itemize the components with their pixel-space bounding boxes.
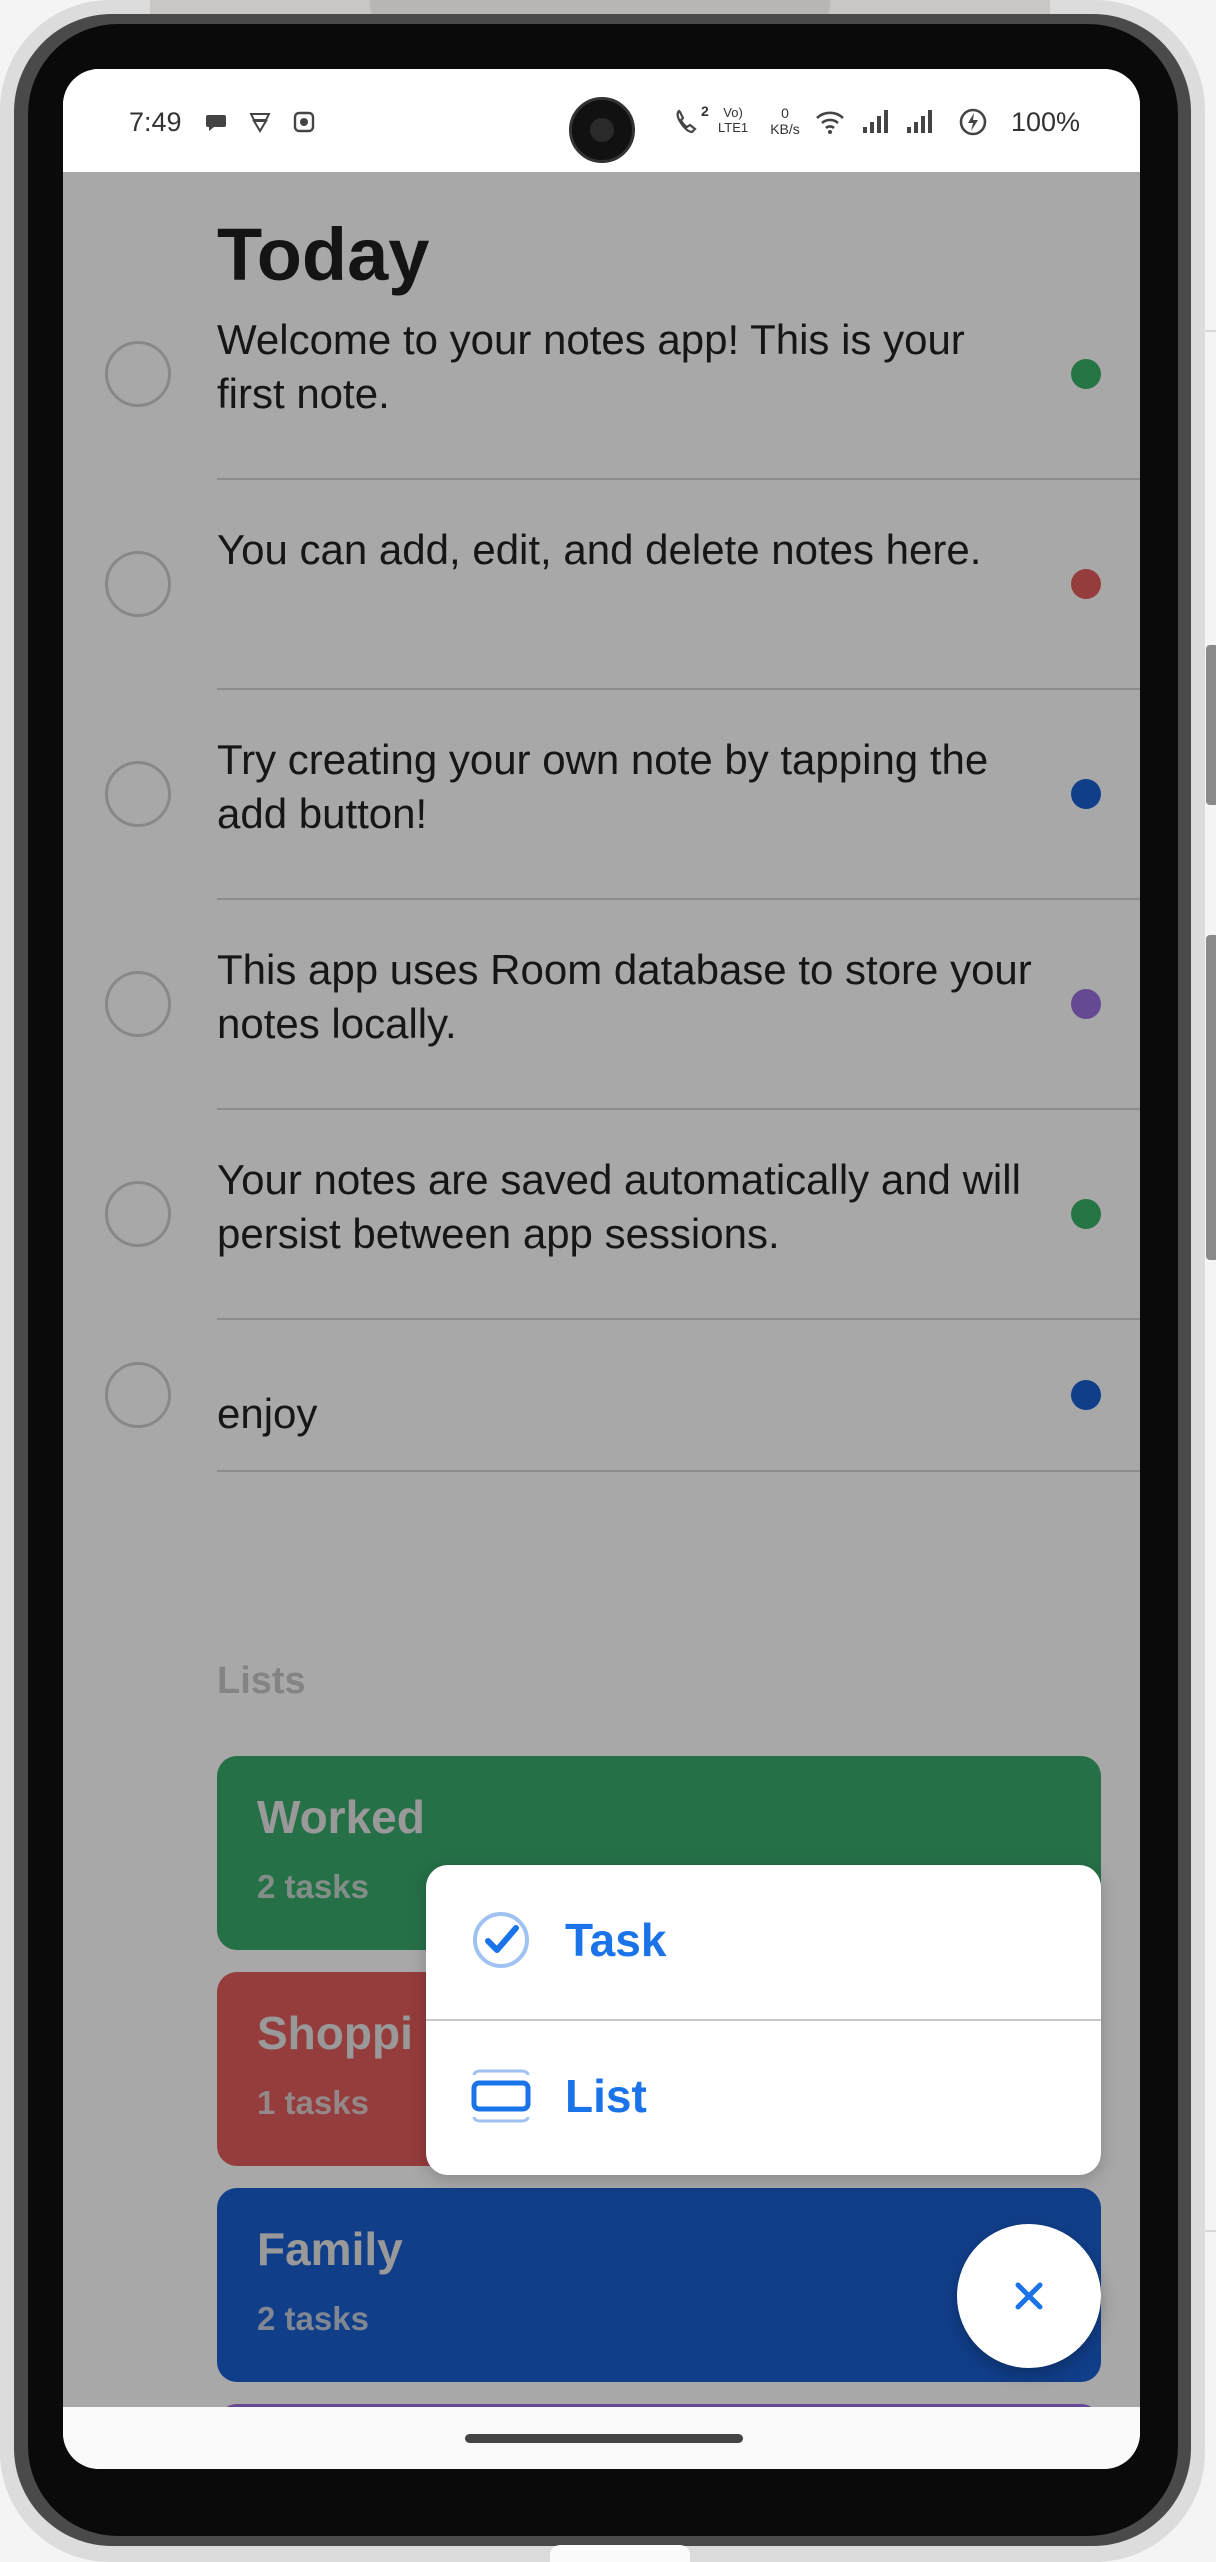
chat-bubble-icon (206, 115, 226, 131)
network-type: LTE1 (718, 120, 749, 135)
menu-item-list[interactable]: List (426, 2021, 1101, 2175)
data-rate-unit: KB/s (770, 121, 800, 137)
data-rate-icon: 0 KB/s (765, 105, 805, 137)
menu-item-task-label: Task (565, 1914, 667, 1966)
phone-screen: 7:49 2 Vo) LTE1 0 KB/s 100% Today Welcom… (63, 69, 1140, 2469)
network-label: 2 (701, 103, 709, 119)
status-bar: 7:49 2 Vo) LTE1 0 KB/s 100% (63, 69, 1140, 172)
list-card-icon (471, 2069, 531, 2123)
wifi-calling-icon (676, 109, 697, 134)
signal-icon (863, 110, 888, 133)
power-button (1206, 935, 1216, 1260)
data-rate-value: 0 (781, 105, 789, 121)
add-menu-popup: Task List (426, 1865, 1101, 2175)
check-circle-icon (473, 1912, 529, 1968)
screen-record-icon (293, 111, 315, 133)
volte-icon: Vo) LTE1 (718, 105, 749, 135)
close-icon (1015, 2282, 1043, 2310)
battery-charging-icon (959, 108, 987, 136)
close-fab-button[interactable] (957, 2224, 1101, 2368)
wifi-icon (816, 111, 844, 134)
menu-item-list-label: List (565, 2070, 647, 2122)
menu-item-task[interactable]: Task (426, 1865, 1101, 2019)
phone-bottom-piece (550, 2545, 690, 2562)
signal-icon (907, 110, 932, 133)
status-time: 7:49 (129, 107, 182, 137)
shield-icon (249, 113, 271, 133)
front-camera (569, 97, 635, 163)
battery-percentage: 100% (1010, 107, 1080, 137)
volume-button (1206, 645, 1216, 805)
navigation-bar (63, 2407, 1140, 2469)
home-gesture-handle[interactable] (465, 2434, 743, 2443)
